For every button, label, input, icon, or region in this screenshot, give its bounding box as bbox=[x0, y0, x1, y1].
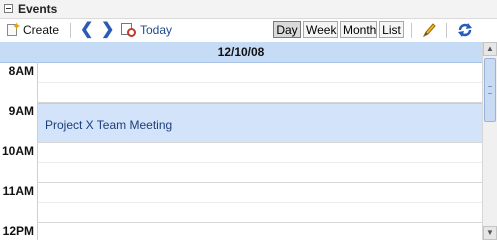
create-icon: ✦ bbox=[6, 21, 21, 37]
hour-line bbox=[38, 182, 482, 183]
toolbar-separator bbox=[446, 23, 447, 38]
today-label: Today bbox=[140, 23, 173, 37]
toolbar: ✦ Create ❮ ❯ Today Day Week Month List bbox=[0, 19, 497, 43]
previous-button[interactable]: ❮ bbox=[80, 21, 93, 39]
half-hour-line bbox=[38, 82, 482, 83]
panel-header: Events bbox=[0, 0, 497, 19]
view-month-button[interactable]: Month bbox=[340, 21, 377, 38]
view-list-button[interactable]: List bbox=[379, 21, 404, 38]
toolbar-separator bbox=[411, 23, 412, 38]
toolbar-separator bbox=[70, 23, 71, 38]
panel-title: Events bbox=[18, 2, 58, 16]
time-label-9am: 9AM bbox=[8, 104, 34, 118]
vertical-scrollbar[interactable]: ▲ ▼ bbox=[482, 42, 497, 240]
hour-line bbox=[38, 222, 482, 223]
scroll-up-arrow-icon[interactable]: ▲ bbox=[483, 42, 497, 56]
chevron-left-icon: ❮ bbox=[80, 21, 94, 38]
today-button[interactable]: Today bbox=[121, 21, 172, 39]
time-label-12pm: 12PM bbox=[2, 224, 34, 238]
date-label: 12/10/08 bbox=[217, 45, 265, 59]
hour-line bbox=[38, 142, 482, 143]
event-block[interactable]: Project X Team Meeting bbox=[38, 103, 482, 143]
time-label-8am: 8AM bbox=[8, 64, 34, 78]
day-grid: 8AM 9AM Project X Team Meeting 10AM 11AM… bbox=[0, 62, 482, 240]
create-button[interactable]: ✦ Create bbox=[6, 21, 59, 39]
view-week-button[interactable]: Week bbox=[303, 21, 338, 38]
half-hour-line bbox=[38, 162, 482, 163]
collapse-icon[interactable] bbox=[4, 4, 13, 13]
chevron-right-icon: ❯ bbox=[101, 21, 115, 38]
create-label: Create bbox=[23, 23, 60, 37]
time-label-10am: 10AM bbox=[1, 144, 34, 158]
pencil-icon[interactable] bbox=[421, 21, 437, 39]
scroll-down-arrow-icon[interactable]: ▼ bbox=[483, 226, 497, 240]
half-hour-line bbox=[38, 202, 482, 203]
date-header: 12/10/08 bbox=[0, 42, 482, 63]
refresh-icon[interactable] bbox=[456, 21, 474, 39]
view-day-button[interactable]: Day bbox=[273, 21, 301, 38]
calendar-clock-icon bbox=[121, 22, 137, 38]
time-column-divider bbox=[37, 62, 38, 240]
event-title: Project X Team Meeting bbox=[45, 118, 173, 132]
scrollbar-thumb[interactable] bbox=[484, 58, 496, 122]
next-button[interactable]: ❯ bbox=[101, 21, 114, 39]
time-label-11am: 11AM bbox=[2, 184, 34, 198]
